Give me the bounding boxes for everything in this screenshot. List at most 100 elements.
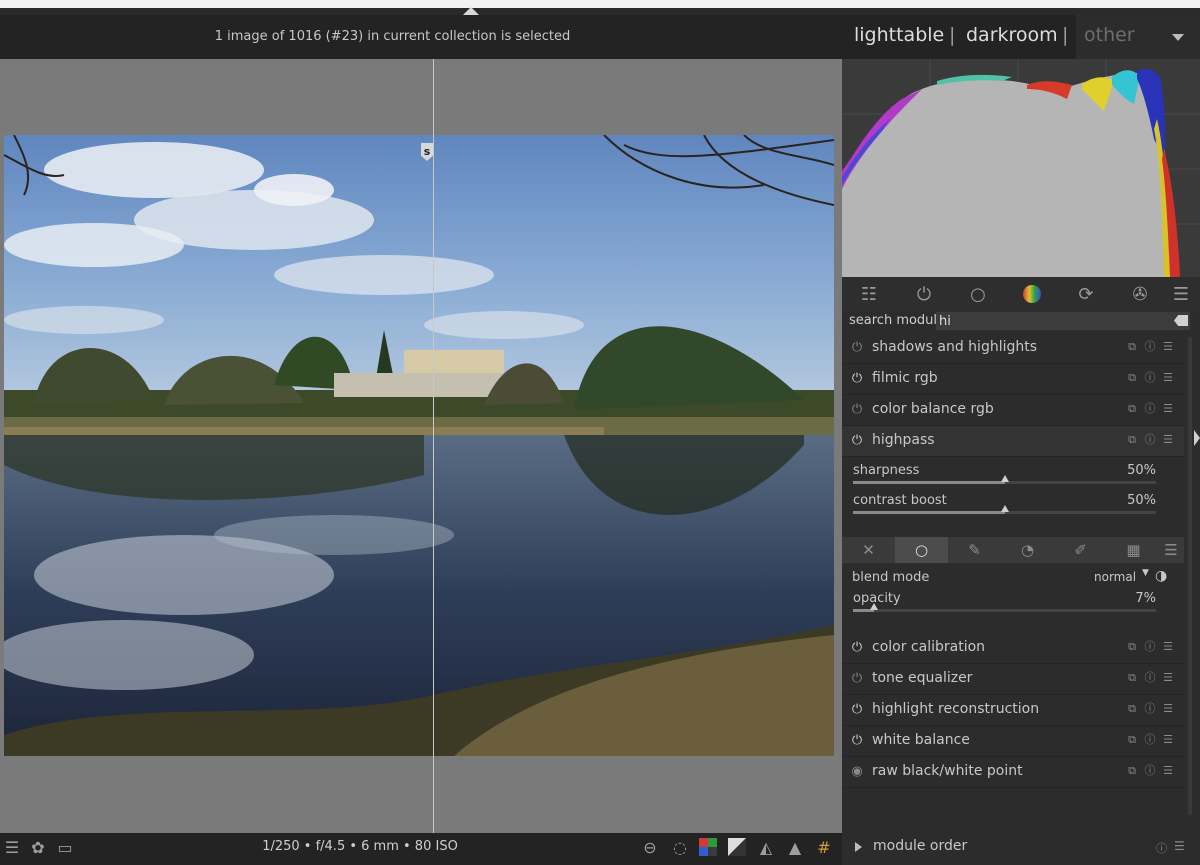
reset-icon[interactable]: ⓘ	[1144, 641, 1156, 653]
module-white-balance[interactable]: ⏻ white balance ⧉ ⓘ ☰	[842, 726, 1184, 757]
uniform-icon[interactable]: ○	[895, 537, 948, 563]
module-raw-black-white-point[interactable]: ◉ raw black/white point ⧉ ⓘ ☰	[842, 757, 1184, 788]
circle-icon[interactable]: ○	[967, 284, 989, 306]
power-icon[interactable]: ⏻	[850, 403, 864, 417]
image-canvas[interactable]: s	[0, 59, 842, 833]
off-icon[interactable]: ✕	[842, 537, 895, 563]
menu-icon[interactable]: ☰	[1162, 672, 1174, 684]
menu-icon[interactable]: ☰	[1162, 434, 1174, 446]
presets-icon[interactable]: ⧉	[1126, 765, 1138, 777]
presets-icon[interactable]: ⧉	[1126, 372, 1138, 384]
menu-icon[interactable]: ☰	[1162, 703, 1174, 715]
reset-icon[interactable]: ⓘ	[1156, 840, 1167, 856]
module-shadows-and-highlights[interactable]: ⏻ shadows and highlights ⧉ ⓘ ☰	[842, 333, 1184, 364]
color-assessment-icon[interactable]	[698, 838, 718, 858]
presets-icon[interactable]: ⧉	[1126, 434, 1138, 446]
module-tone-equalizer[interactable]: ⏻ tone equalizer ⧉ ⓘ ☰	[842, 664, 1184, 695]
power-icon[interactable]: ⏻	[850, 672, 864, 686]
power-icon[interactable]: ⏻	[850, 734, 864, 748]
menu-icon[interactable]: ☰	[1162, 734, 1174, 746]
blend-mode-value[interactable]: normal	[1094, 570, 1136, 584]
reset-icon[interactable]: ⓘ	[1144, 734, 1156, 746]
right-panel-collapse-arrow[interactable]	[1194, 430, 1200, 446]
view-lighttable[interactable]: lighttable	[854, 24, 944, 46]
raw-overexposed-icon[interactable]	[727, 838, 747, 858]
presets-icon[interactable]: ⧉	[1126, 641, 1138, 653]
presets-icon[interactable]: ⧉	[1126, 341, 1138, 353]
sharpness-slider[interactable]: sharpness 50%	[853, 463, 1156, 487]
menu-icon[interactable]: ☰	[1162, 341, 1174, 353]
reset-icon[interactable]: ⓘ	[1144, 372, 1156, 384]
view-other-dropdown[interactable]: other	[1076, 15, 1200, 59]
reset-icon[interactable]: ⓘ	[1144, 765, 1156, 777]
module-list-scrollbar[interactable]	[1188, 337, 1192, 815]
loop-icon[interactable]: ⟳	[1075, 284, 1097, 306]
aperture-icon[interactable]: ✇	[1129, 284, 1151, 306]
menu-icon[interactable]: ☰	[1162, 403, 1174, 415]
module-highpass[interactable]: ⏻ highpass ⧉ ⓘ ☰	[842, 426, 1184, 457]
contrast-boost-slider[interactable]: contrast boost 50%	[853, 493, 1156, 517]
reset-icon[interactable]: ⓘ	[1144, 341, 1156, 353]
search-module: search module	[842, 311, 1190, 333]
menu-icon[interactable]: ☰	[1158, 537, 1184, 563]
view-separator: |	[949, 24, 956, 46]
search-module-label: search module	[849, 313, 946, 328]
power-icon[interactable]: ⏻	[850, 372, 864, 386]
presets-icon[interactable]: ⧉	[1126, 703, 1138, 715]
menu-icon[interactable]: ☰	[1162, 641, 1174, 653]
slider-knob[interactable]	[1000, 475, 1009, 482]
power-icon[interactable]: ⏻	[913, 284, 935, 306]
guides-icon[interactable]: #	[814, 838, 834, 858]
reset-icon[interactable]: ⓘ	[1144, 434, 1156, 446]
right-panel: ☷ ⏻ ○ ⟳ ✇ ☰ search module ⏻ shadows and …	[842, 59, 1200, 865]
module-filmic-rgb[interactable]: ⏻ filmic rgb ⧉ ⓘ ☰	[842, 364, 1184, 395]
presets-icon[interactable]: ⧉	[1126, 734, 1138, 746]
contrast-boost-label: contrast boost	[853, 493, 947, 508]
focus-peaking-icon[interactable]: ⊖	[640, 838, 660, 858]
always-on-icon: ◉	[851, 764, 863, 779]
menu-icon[interactable]: ☰	[1170, 284, 1192, 306]
menu-icon[interactable]: ☰	[1174, 839, 1185, 853]
module-color-balance-rgb[interactable]: ⏻ color balance rgb ⧉ ⓘ ☰	[842, 395, 1184, 426]
menu-icon[interactable]: ☰	[1162, 765, 1174, 777]
blend-mode-label: blend mode	[852, 570, 930, 585]
module-highlight-reconstruction[interactable]: ⏻ highlight reconstruction ⧉ ⓘ ☰	[842, 695, 1184, 726]
slider-knob[interactable]	[870, 603, 879, 610]
quick-access-icon[interactable]: ☷	[858, 284, 880, 306]
parametric-mask-icon[interactable]: ◔	[1001, 537, 1054, 563]
raster-mask-icon[interactable]: ▦	[1107, 537, 1160, 563]
module-name: raw black/white point	[872, 763, 1023, 779]
reset-icon[interactable]: ⓘ	[1144, 703, 1156, 715]
view-darkroom[interactable]: darkroom	[966, 24, 1058, 46]
drawn-mask-icon[interactable]: ✎	[948, 537, 1001, 563]
bulb-icon[interactable]: ◌	[670, 838, 690, 858]
module-color-calibration[interactable]: ⏻ color calibration ⧉ ⓘ ☰	[842, 633, 1184, 664]
search-module-input[interactable]	[936, 312, 1190, 330]
color-wheel-icon[interactable]	[1021, 284, 1043, 306]
gamut-check-icon[interactable]: ▲	[785, 838, 805, 858]
sharpness-label: sharpness	[853, 463, 920, 478]
histogram[interactable]	[842, 59, 1200, 277]
reset-icon[interactable]: ⓘ	[1144, 403, 1156, 415]
drawn-parametric-icon[interactable]: ✐	[1054, 537, 1107, 563]
slider-knob[interactable]	[1000, 505, 1009, 512]
split-line[interactable]	[433, 59, 434, 833]
blend-reverse-icon[interactable]: ◑	[1155, 568, 1167, 584]
opacity-slider[interactable]: opacity 7%	[853, 591, 1156, 615]
power-icon[interactable]: ⏻	[850, 703, 864, 717]
power-icon[interactable]: ⏻	[850, 434, 864, 448]
top-panel-collapse-arrow[interactable]	[463, 7, 479, 15]
module-name: white balance	[872, 732, 970, 748]
header-bar: 1 image of 1016 (#23) in current collect…	[0, 15, 842, 59]
power-icon[interactable]: ⏻	[850, 341, 864, 355]
chevron-down-icon[interactable]: ▼	[1142, 568, 1149, 578]
presets-icon[interactable]: ⧉	[1126, 403, 1138, 415]
reset-icon[interactable]: ⓘ	[1144, 672, 1156, 684]
power-icon[interactable]: ⏻	[850, 641, 864, 655]
module-order[interactable]: module order ⓘ ☰	[842, 831, 1200, 865]
menu-icon[interactable]: ☰	[1162, 372, 1174, 384]
view-other-label: other	[1084, 24, 1135, 46]
slider-fill	[853, 481, 1005, 484]
softproof-icon[interactable]: ◭	[756, 838, 776, 858]
presets-icon[interactable]: ⧉	[1126, 672, 1138, 684]
